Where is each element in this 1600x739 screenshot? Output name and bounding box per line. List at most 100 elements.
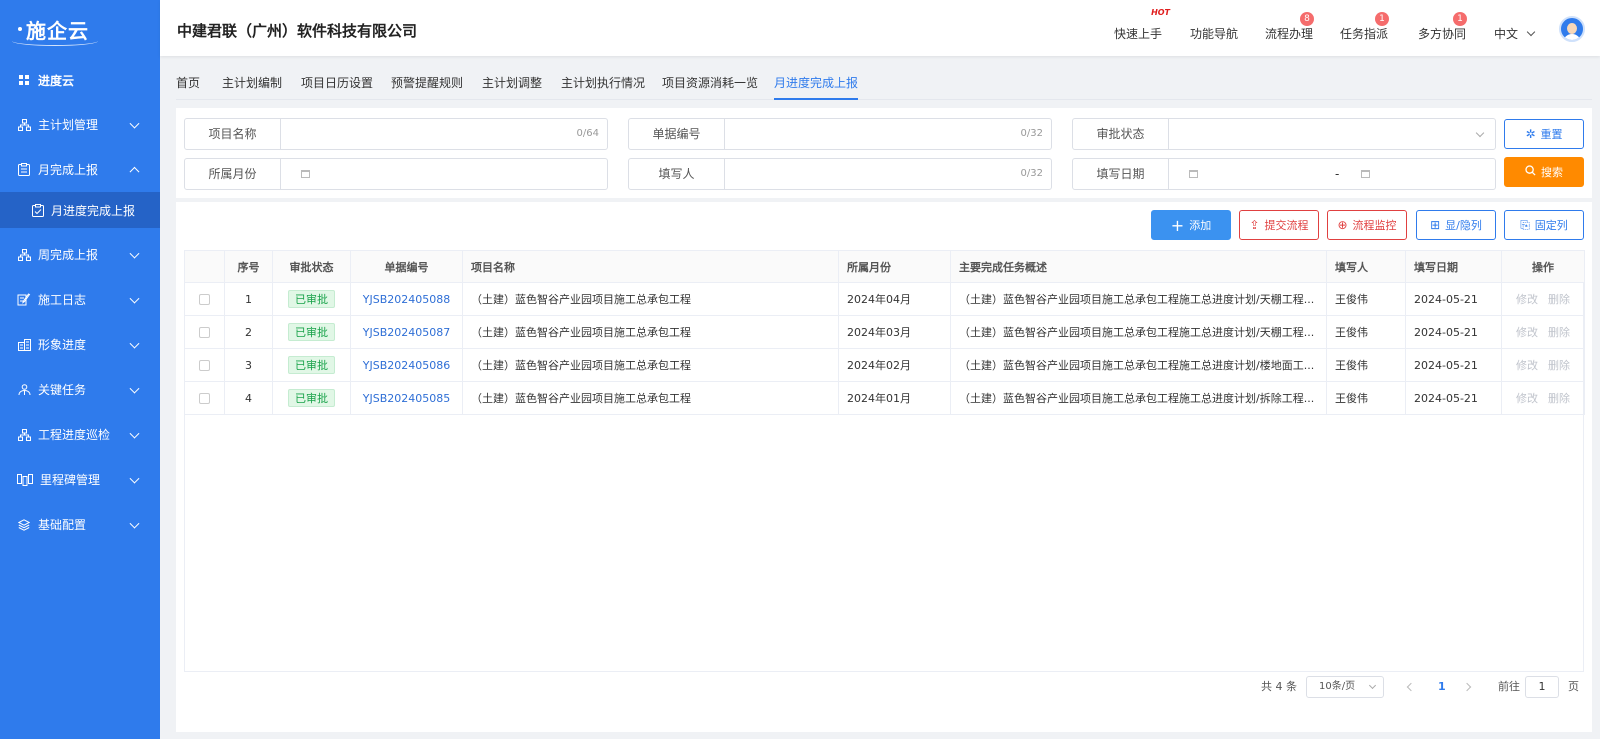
show-hide-columns-button[interactable]: ⊞ 显/隐列 <box>1416 210 1496 240</box>
col-header-no: 序号 <box>224 250 273 283</box>
month-cell: 2024年03月 <box>838 315 951 349</box>
project-cell: （土建）蓝色智谷产业园项目施工总承包工程 <box>462 381 839 415</box>
row-checkbox[interactable] <box>199 393 210 404</box>
month-label: 所属月份 <box>185 159 281 189</box>
sidebar-item-inspection[interactable]: 工程进度巡检 <box>0 412 160 457</box>
doc-no-link[interactable]: YJSB202405085 <box>363 392 450 405</box>
tab-master-plan-edit[interactable]: 主计划编制 <box>222 74 282 91</box>
fix-column-button[interactable]: ⎘ 固定列 <box>1504 210 1584 240</box>
edit-button[interactable]: 修改 <box>1516 392 1538 405</box>
col-header-status: 审批状态 <box>272 250 351 283</box>
sidebar: 施企云 进度云 主计划管理 月完成上报 月进度完成上报 周完成上报 施工日志 形… <box>0 0 160 739</box>
page-size-select[interactable]: 10条/页 <box>1306 676 1384 698</box>
status-badge: 已审批 <box>288 356 335 374</box>
sidebar-item-monthly-report[interactable]: 月完成上报 <box>0 147 160 192</box>
goto-page-input[interactable]: 1 <box>1525 676 1559 698</box>
top-header: 中建君联（广州）软件科技有限公司 快速上手 HOT 功能导航 流程办理 8 任务… <box>160 0 1600 56</box>
doc-no-link[interactable]: YJSB202405086 <box>363 359 450 372</box>
sidebar-item-progress-cloud[interactable]: 进度云 <box>0 58 160 102</box>
filler-cell: 王俊伟 <box>1326 315 1406 349</box>
approval-status-select[interactable]: 审批状态 <box>1072 118 1496 150</box>
sidebar-item-key-tasks[interactable]: 关键任务 <box>0 367 160 412</box>
clipboard-check-icon <box>32 203 45 217</box>
report-table: 序号 审批状态 单据编号 项目名称 所属月份 主要完成任务概述 填写人 填写日期… <box>184 250 1585 415</box>
process-handle-link[interactable]: 流程办理 8 <box>1265 12 1315 42</box>
tab-calendar-settings[interactable]: 项目日历设置 <box>301 74 373 91</box>
col-header-filler: 填写人 <box>1326 250 1406 283</box>
reset-button[interactable]: ✲ 重置 <box>1504 119 1584 149</box>
sidebar-item-visual-progress[interactable]: 形象进度 <box>0 322 160 367</box>
clipboard-icon <box>17 163 31 177</box>
month-picker[interactable]: 所属月份 <box>184 158 608 190</box>
sidebar-item-weekly-report[interactable]: 周完成上报 <box>0 232 160 277</box>
select-all-cell[interactable] <box>184 250 225 283</box>
language-select[interactable]: 中文 <box>1494 25 1536 42</box>
crosshair-icon: ⊕ <box>1337 218 1348 232</box>
task-assign-link[interactable]: 任务指派 1 <box>1340 12 1390 42</box>
chevron-up-icon <box>129 166 140 177</box>
delete-button[interactable]: 删除 <box>1548 326 1570 339</box>
project-cell: （土建）蓝色智谷产业园项目施工总承包工程 <box>462 348 839 382</box>
tab-master-plan-adjust[interactable]: 主计划调整 <box>482 74 542 91</box>
table-row[interactable]: 1 已审批 YJSB202405088 （土建）蓝色智谷产业园项目施工总承包工程… <box>184 282 1585 316</box>
tab-resource-consumption[interactable]: 项目资源消耗一览 <box>662 74 758 91</box>
current-page[interactable]: 1 <box>1438 676 1446 698</box>
show-hide-label: 显/隐列 <box>1445 219 1482 232</box>
function-nav-link[interactable]: 功能导航 <box>1190 25 1238 42</box>
prev-page-button[interactable] <box>1406 682 1416 692</box>
page-tabs: 首页 主计划编制 项目日历设置 预警提醒规则 主计划调整 主计划执行情况 项目资… <box>176 56 1592 100</box>
sidebar-item-milestone[interactable]: 里程碑管理 <box>0 457 160 502</box>
tab-warning-rules[interactable]: 预警提醒规则 <box>391 74 463 91</box>
delete-button[interactable]: 删除 <box>1548 359 1570 372</box>
add-button[interactable]: + 添加 <box>1151 210 1231 240</box>
sidebar-item-construction-log[interactable]: 施工日志 <box>0 277 160 322</box>
sidebar-item-master-plan[interactable]: 主计划管理 <box>0 102 160 147</box>
search-icon <box>1525 165 1536 179</box>
monitor-flow-button[interactable]: ⊕ 流程监控 <box>1327 210 1407 240</box>
notebook-icon <box>17 293 31 307</box>
chevron-down-icon <box>129 518 140 529</box>
total-count: 共 4 条 <box>1261 680 1297 693</box>
submit-flow-button[interactable]: ⇪ 提交流程 <box>1239 210 1319 240</box>
delete-button[interactable]: 删除 <box>1548 392 1570 405</box>
project-cell: （土建）蓝色智谷产业园项目施工总承包工程 <box>462 282 839 316</box>
collaboration-link[interactable]: 多方协同 1 <box>1418 12 1468 42</box>
edit-button[interactable]: 修改 <box>1516 359 1538 372</box>
quick-start-label: 快速上手 <box>1114 27 1163 41</box>
sidebar-subitem-monthly-progress-report[interactable]: 月进度完成上报 <box>0 192 160 228</box>
quick-start-link[interactable]: 快速上手 HOT <box>1114 8 1170 42</box>
next-page-button[interactable] <box>1462 682 1472 692</box>
tab-monthly-progress-report[interactable]: 月进度完成上报 <box>774 74 859 100</box>
row-checkbox-cell <box>184 381 225 415</box>
table-row[interactable]: 3 已审批 YJSB202405086 （土建）蓝色智谷产业园项目施工总承包工程… <box>184 348 1585 382</box>
edit-button[interactable]: 修改 <box>1516 326 1538 339</box>
doc-no-link[interactable]: YJSB202405087 <box>363 326 450 339</box>
table-row[interactable]: 2 已审批 YJSB202405087 （土建）蓝色智谷产业园项目施工总承包工程… <box>184 315 1585 349</box>
doc-no-link[interactable]: YJSB202405088 <box>363 293 450 306</box>
doc-no-field[interactable]: 单据编号 0/32 <box>628 118 1052 150</box>
row-checkbox[interactable] <box>199 360 210 371</box>
col-header-date: 填写日期 <box>1405 250 1502 283</box>
char-count: 0/32 <box>1020 168 1043 179</box>
project-name-field[interactable]: 项目名称 0/64 <box>184 118 608 150</box>
search-button[interactable]: 搜索 <box>1504 157 1584 187</box>
delete-button[interactable]: 删除 <box>1548 293 1570 306</box>
tab-plan-execution[interactable]: 主计划执行情况 <box>561 74 645 91</box>
summary-cell: （土建）蓝色智谷产业园项目施工总承包工程施工总进度计划/拆除工程... <box>950 381 1327 415</box>
filler-cell: 王俊伟 <box>1326 282 1406 316</box>
date-cell: 2024-05-21 <box>1405 282 1502 316</box>
status-cell: 已审批 <box>272 282 351 316</box>
row-checkbox[interactable] <box>199 327 210 338</box>
filler-field[interactable]: 填写人 0/32 <box>628 158 1052 190</box>
grid-icon <box>17 73 31 87</box>
row-checkbox[interactable] <box>199 294 210 305</box>
actions-cell: 修改 删除 <box>1501 348 1585 382</box>
edit-button[interactable]: 修改 <box>1516 293 1538 306</box>
sidebar-item-basic-config[interactable]: 基础配置 <box>0 502 160 547</box>
logo[interactable]: 施企云 <box>0 0 160 58</box>
tab-home[interactable]: 首页 <box>176 74 200 91</box>
date-cell: 2024-05-21 <box>1405 381 1502 415</box>
fill-date-range[interactable]: 填写日期 - <box>1072 158 1496 190</box>
avatar[interactable] <box>1559 16 1585 42</box>
table-row[interactable]: 4 已审批 YJSB202405085 （土建）蓝色智谷产业园项目施工总承包工程… <box>184 381 1585 415</box>
